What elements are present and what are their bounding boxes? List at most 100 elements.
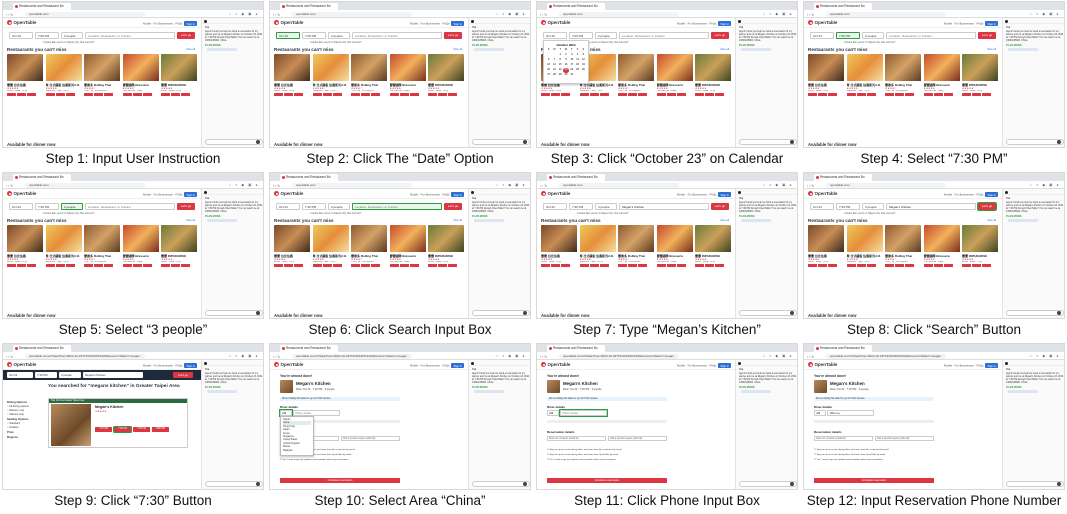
- send-icon[interactable]: [790, 311, 794, 315]
- time-slot-button[interactable]: [818, 263, 827, 267]
- restaurant-card[interactable]: 饗饗國際 Brasserie ★★★★★ International · $$$$: [389, 225, 426, 285]
- search-input[interactable]: Location, Restaurant, or Cuisine: [85, 202, 175, 210]
- restaurant-card[interactable]: 饗饗國際 Brasserie ★★★★★ International · $$$$: [122, 225, 159, 285]
- time-slot-button[interactable]: [142, 263, 152, 267]
- extensions-icon[interactable]: ☆ ◐ ◆ ▣ ●: [1029, 354, 1060, 358]
- lets-go-button[interactable]: Let's go: [444, 202, 462, 210]
- phone-input[interactable]: Phone number: [559, 409, 608, 417]
- calendar-day[interactable]: 29: [558, 73, 563, 78]
- calendar-day[interactable]: 10: [569, 58, 574, 63]
- lets-go-button[interactable]: Let's go: [711, 31, 729, 39]
- nav-arrows-icon[interactable]: ‹ › ↻: [273, 184, 280, 188]
- time-slot-button[interactable]: [638, 92, 647, 96]
- country-code-select[interactable]: +86: [547, 410, 559, 416]
- time-slot-button[interactable]: [171, 263, 180, 267]
- opt-in-checkbox[interactable]: ☐ Sign me up to receive dining offers an…: [814, 453, 924, 456]
- time-slot-button[interactable]: [181, 263, 190, 267]
- date-picker[interactable]: Oct 23: [543, 202, 567, 210]
- opt-in-checkbox[interactable]: ☐ Sign me up to receive dining offers an…: [547, 448, 657, 451]
- time-slot-button[interactable]: [561, 263, 570, 267]
- time-slot-button[interactable]: [818, 92, 827, 96]
- time-slot-button[interactable]: [122, 263, 132, 267]
- time-slot-button[interactable]: [923, 92, 933, 96]
- address-bar[interactable]: opentable.com: [559, 182, 679, 188]
- browser-tab[interactable]: Restaurants and Restaurant Bo: [814, 3, 872, 10]
- extensions-icon[interactable]: ☆ ◐ ◆ ▣ ●: [228, 183, 259, 187]
- sign-in-button[interactable]: Sign in: [184, 363, 197, 368]
- restaurant-name[interactable]: Megan's Kitchen: [95, 405, 123, 409]
- time-slot-button[interactable]: [828, 92, 837, 96]
- complete-reservation-button[interactable]: Complete reservation: [280, 478, 400, 483]
- restaurant-card[interactable]: 饗饗國際 Brasserie ★★★★★ International · $$$$: [122, 54, 159, 114]
- time-slot-button[interactable]: 7:15 PM: [95, 427, 112, 432]
- time-slot-button[interactable]: [17, 92, 26, 96]
- calendar-day[interactable]: 3: [569, 53, 574, 58]
- time-slot-button[interactable]: [409, 263, 419, 267]
- calendar-day[interactable]: 2: [563, 53, 568, 58]
- time-slot-button[interactable]: [962, 263, 971, 267]
- nav-arrows-icon[interactable]: ‹ › ↻: [540, 355, 547, 359]
- view-all-link[interactable]: View all: [186, 48, 195, 51]
- browser-tab[interactable]: Restaurants and Restaurant Bo: [13, 345, 71, 352]
- time-picker[interactable]: 7:30 PM: [35, 202, 59, 210]
- date-picker[interactable]: Oct 23: [7, 372, 33, 378]
- time-slot-button[interactable]: [45, 263, 55, 267]
- time-slot-button[interactable]: [294, 263, 303, 267]
- restaurant-card[interactable]: 饗泰多 Rolling Thai ★★★★☆ Thai · $$ · Zhongsh…: [351, 225, 387, 285]
- brand-logo[interactable]: OpenTable: [7, 362, 36, 367]
- time-slot-button[interactable]: [808, 263, 817, 267]
- nav-arrows-icon[interactable]: ‹ › ↻: [807, 13, 814, 17]
- time-slot-button[interactable]: [628, 92, 637, 96]
- restaurant-card[interactable]: 饗泰多 Rolling Thai ★★★★☆ Thai · $$ · Zhongsh…: [885, 225, 921, 285]
- date-picker[interactable]: Oct 23: [810, 31, 834, 39]
- restaurant-card[interactable]: 饗饗 INPARADISE ★★★★★ Buffet · $$$$ · Xinyi: [161, 225, 197, 285]
- date-picker[interactable]: Oct 10: [543, 31, 567, 39]
- calendar-day[interactable]: 30: [563, 73, 568, 78]
- chat-input[interactable]: [472, 481, 530, 487]
- time-slot-button[interactable]: [715, 92, 724, 96]
- time-slot-button[interactable]: [27, 92, 36, 96]
- time-slot-button[interactable]: [933, 263, 943, 267]
- time-slot-button[interactable]: [972, 92, 981, 96]
- time-slot-button[interactable]: [808, 92, 817, 96]
- time-slot-button[interactable]: [399, 92, 409, 96]
- time-slot-button[interactable]: [142, 92, 152, 96]
- search-input[interactable]: Megan's Kitchen: [619, 202, 709, 210]
- time-slot-button[interactable]: [666, 263, 676, 267]
- nav-arrows-icon[interactable]: ‹ › ↻: [273, 355, 280, 359]
- send-icon[interactable]: [523, 311, 527, 315]
- calendar-day[interactable]: 21: [552, 68, 557, 73]
- time-slot-button[interactable]: [905, 263, 914, 267]
- send-icon[interactable]: [256, 140, 260, 144]
- nav-arrows-icon[interactable]: ‹ › ↻: [6, 184, 13, 188]
- send-icon[interactable]: [790, 482, 794, 486]
- restaurant-card[interactable]: 饗饗國際 Brasserie ★★★★★ International · $$$$: [656, 54, 693, 114]
- time-slot-button[interactable]: [171, 92, 180, 96]
- time-slot-button[interactable]: [294, 92, 303, 96]
- time-slot-button[interactable]: 7:45 PM: [133, 427, 150, 432]
- time-slot-button[interactable]: [132, 263, 142, 267]
- time-slot-button[interactable]: [84, 92, 93, 96]
- search-input[interactable]: Megan's Kitchen: [83, 372, 143, 378]
- address-bar[interactable]: opentable.com/s?dateTime=2024-10-23T19%3…: [292, 353, 412, 359]
- time-picker[interactable]: 7:30 PM: [836, 202, 860, 210]
- calendar-day[interactable]: 7: [552, 58, 557, 63]
- time-slot-button[interactable]: [428, 92, 437, 96]
- calendar-day[interactable]: 12: [581, 58, 586, 63]
- nav-arrows-icon[interactable]: ‹ › ↻: [6, 13, 13, 17]
- party-size-picker[interactable]: 2 people: [328, 31, 350, 39]
- time-slot-button[interactable]: [322, 92, 332, 96]
- time-slot-button[interactable]: [389, 263, 399, 267]
- time-slot-button[interactable]: [7, 263, 16, 267]
- time-slot-button[interactable]: [161, 92, 170, 96]
- restaurant-card[interactable]: 饗饗 台北信義 ★★★★★ Buffet · $$$$ · Xinyi: [541, 225, 577, 285]
- opt-in-checkbox[interactable]: ☐ Sign me up to receive dining offers an…: [814, 448, 924, 451]
- time-slot-button[interactable]: [905, 92, 914, 96]
- browser-tab[interactable]: Restaurants and Restaurant Bo: [280, 174, 338, 181]
- sign-in-button[interactable]: Sign in: [451, 363, 464, 368]
- calendar-day[interactable]: 5: [581, 53, 586, 58]
- time-slot-button[interactable]: [45, 92, 55, 96]
- lets-go-button[interactable]: Let's go: [978, 31, 996, 39]
- time-slot-button[interactable]: [17, 263, 26, 267]
- time-picker[interactable]: 7:00 PM: [35, 31, 59, 39]
